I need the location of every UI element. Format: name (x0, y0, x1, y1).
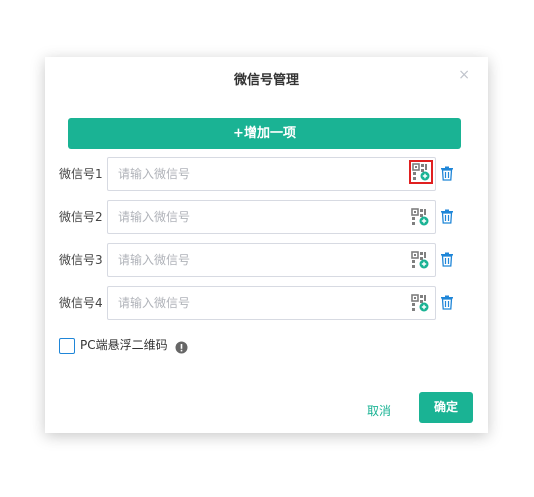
dialog-title: 微信号管理 (233, 73, 299, 88)
wechat-management-dialog: 微信号管理 × +增加一项 微信号1 请输入微信号 微信号2 请输入微信号 微信… (45, 57, 488, 433)
trash-icon[interactable] (440, 209, 454, 224)
wechat-label-4: 微信号4 (59, 296, 103, 310)
trash-icon[interactable] (440, 295, 454, 310)
qr-code-upload-icon[interactable] (409, 160, 433, 184)
trash-icon[interactable] (440, 166, 454, 181)
wechat-row-2: 微信号2 (45, 200, 488, 234)
wechat-label-3: 微信号3 (59, 253, 103, 267)
close-icon[interactable]: × (458, 68, 470, 82)
wechat-field-1 (107, 157, 436, 191)
wechat-input-3[interactable] (108, 244, 398, 276)
wechat-input-1[interactable] (108, 158, 398, 190)
qr-code-upload-icon[interactable] (411, 294, 429, 312)
cancel-button[interactable]: 取消 (367, 396, 391, 426)
wechat-field-2 (107, 200, 436, 234)
float-qr-checkbox[interactable] (59, 338, 75, 354)
confirm-button[interactable]: 确定 (419, 392, 473, 423)
trash-icon[interactable] (440, 252, 454, 267)
wechat-row-1: 微信号1 (45, 157, 488, 191)
wechat-field-3 (107, 243, 436, 277)
wechat-input-4[interactable] (108, 287, 398, 319)
wechat-row-3: 微信号3 (45, 243, 488, 277)
wechat-input-2[interactable] (108, 201, 398, 233)
wechat-row-4: 微信号4 (45, 286, 488, 320)
qr-code-upload-icon[interactable] (411, 208, 429, 226)
wechat-label-1: 微信号1 (59, 167, 103, 181)
wechat-field-4 (107, 286, 436, 320)
add-item-button[interactable]: +增加一项 (68, 118, 461, 149)
info-icon[interactable] (175, 339, 188, 354)
wechat-label-2: 微信号2 (59, 210, 103, 224)
qr-code-upload-icon[interactable] (411, 251, 429, 269)
float-qr-label[interactable]: PC端悬浮二维码 (80, 337, 168, 353)
